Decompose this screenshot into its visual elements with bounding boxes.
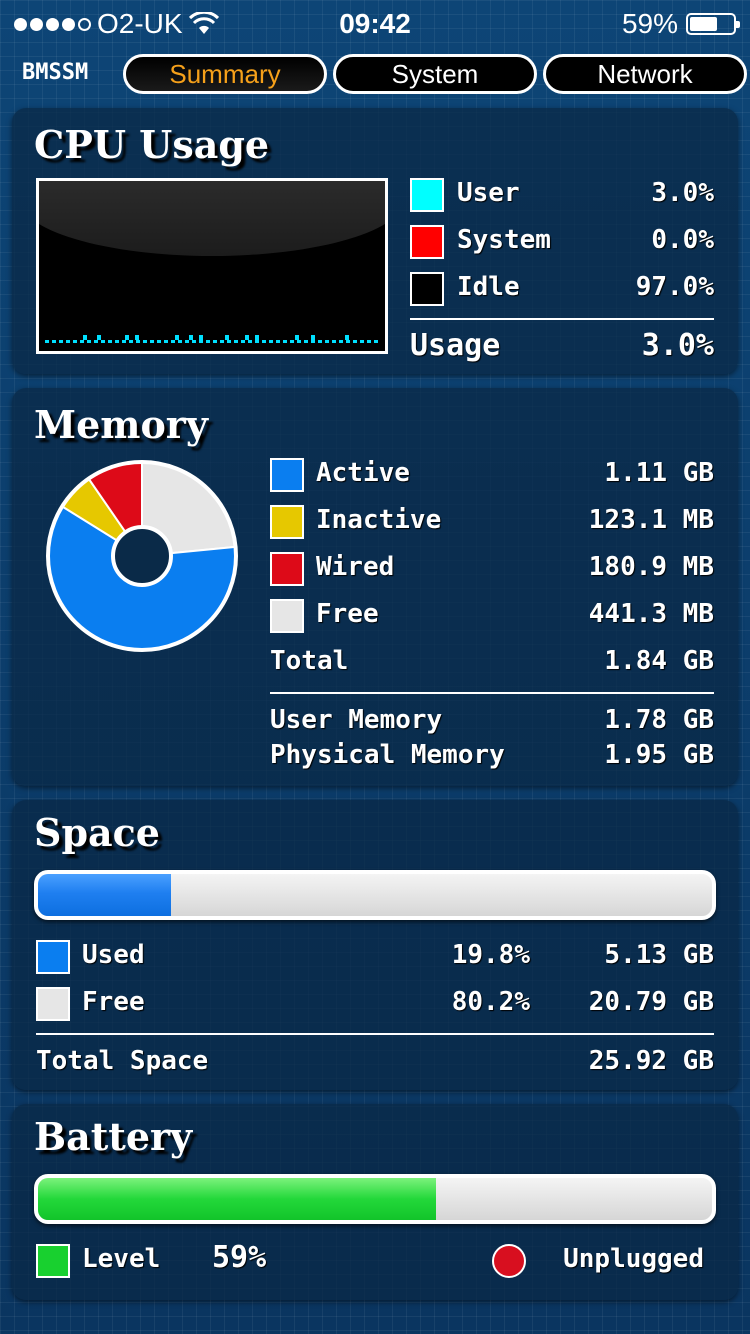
mem-inactive-label: Inactive [316,505,442,535]
space-panel: Space Used 19.8% 5.13 GB Free 80.2% 20.7… [12,800,738,1090]
battery-percent: 59% [621,8,678,39]
memory-pie-chart [44,458,240,654]
space-used-fill [38,874,172,916]
user-memory-value: 1.78 GB [604,705,714,735]
memory-donut [46,460,238,652]
battery-level-label: Level [82,1244,161,1274]
cpu-user-label: User [457,178,520,208]
space-free-label: Free [82,987,145,1017]
legend-swatch-level [36,1244,70,1278]
user-memory-label: User Memory [270,705,443,735]
mem-wired-label: Wired [316,552,395,582]
app-brand: BMSSM [22,60,89,85]
mem-inactive-value: 123.1 MB [588,505,714,535]
space-used-percent: 19.8% [451,940,530,970]
space-used-value: 5.13 GB [604,940,714,970]
cpu-usage-value: 3.0% [641,328,714,363]
battery-level-fill [38,1178,436,1220]
space-total-value: 25.92 GB [588,1046,714,1076]
legend-swatch-user [410,178,444,212]
battery-level-bar [34,1174,716,1224]
mem-total-value: 1.84 GB [604,646,714,676]
unplugged-indicator-icon [492,1244,526,1278]
cpu-user-value: 3.0% [651,178,714,208]
memory-panel: Memory Active 1.11 GB Inactive 123.1 MB … [12,388,738,786]
memory-divider [270,692,714,694]
cpu-title: CPU Usage [34,122,270,167]
battery-icon [686,13,740,35]
cpu-usage-label: Usage [410,328,501,363]
status-bar: O2-UK 09:42 59% [0,0,750,50]
mem-active-value: 1.11 GB [604,458,714,488]
cpu-divider [410,318,714,320]
cpu-system-value: 0.0% [651,225,714,255]
cpu-idle-value: 97.0% [635,272,714,302]
space-divider [36,1033,714,1035]
mem-wired-value: 180.9 MB [588,552,714,582]
space-free-percent: 80.2% [451,987,530,1017]
legend-swatch-wired [270,552,304,586]
space-free-value: 20.79 GB [588,987,714,1017]
cpu-idle-label: Idle [457,272,520,302]
legend-swatch-system [410,225,444,259]
tab-network[interactable]: Network [543,54,747,94]
tab-bar: BMSSM Summary System Network [0,54,750,94]
legend-swatch-free [270,599,304,633]
space-used-label: Used [82,940,145,970]
mem-active-label: Active [316,458,410,488]
tab-system[interactable]: System [333,54,537,94]
cpu-history-graph [36,178,388,354]
mem-total-label: Total [270,646,349,676]
memory-title: Memory [34,402,208,447]
physical-memory-label: Physical Memory [270,740,505,770]
battery-panel: Battery Level 59% Unplugged [12,1104,738,1300]
battery-level-value: 59% [212,1240,267,1275]
battery-state-label: Unplugged [563,1244,704,1274]
legend-swatch-idle [410,272,444,306]
cpu-system-label: System [457,225,551,255]
legend-swatch-active [270,458,304,492]
legend-swatch-used [36,940,70,974]
battery-title: Battery [34,1114,193,1159]
cpu-panel: CPU Usage User 3.0% System 0.0% Idle 97.… [12,108,738,374]
physical-memory-value: 1.95 GB [604,740,714,770]
space-total-label: Total Space [36,1046,209,1076]
tab-summary[interactable]: Summary [123,54,327,94]
legend-swatch-space-free [36,987,70,1021]
status-right: 59% [621,8,740,40]
mem-free-label: Free [316,599,379,629]
mem-free-value: 441.3 MB [588,599,714,629]
space-title: Space [34,810,160,855]
legend-swatch-inactive [270,505,304,539]
space-usage-bar [34,870,716,920]
